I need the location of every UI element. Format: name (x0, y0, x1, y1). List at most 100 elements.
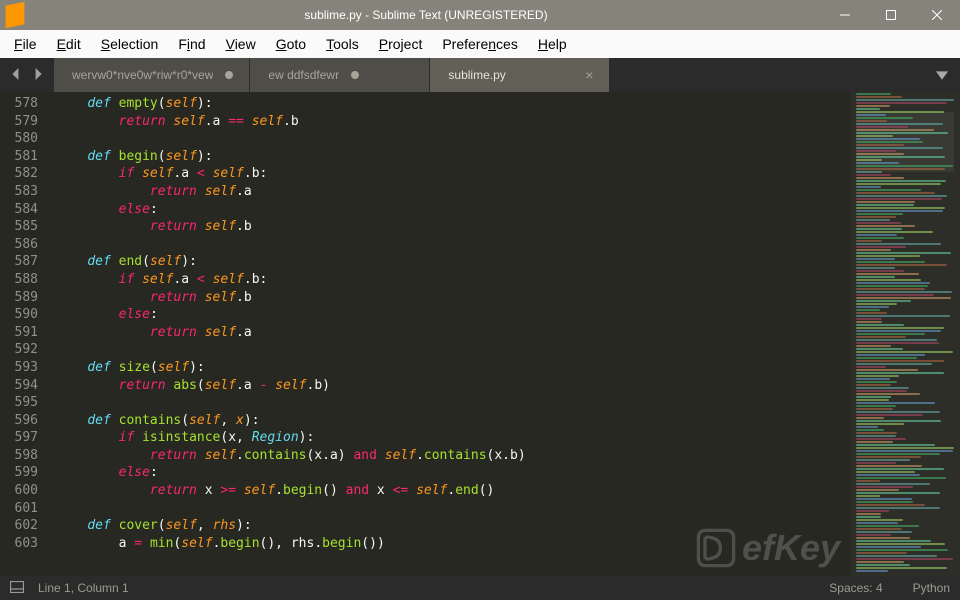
minimap-line (856, 348, 903, 350)
menu-help[interactable]: Help (528, 32, 577, 56)
minimap-line (856, 93, 891, 95)
line-number[interactable]: 599 (0, 464, 38, 482)
history-back-icon[interactable] (10, 68, 22, 83)
code-line[interactable] (56, 130, 850, 148)
line-number[interactable]: 592 (0, 341, 38, 359)
minimap-line (856, 549, 948, 551)
line-number[interactable]: 588 (0, 271, 38, 289)
code-line[interactable]: return self.a (56, 183, 850, 201)
code-line[interactable]: def end(self): (56, 253, 850, 271)
minimap-line (856, 489, 899, 491)
line-number[interactable]: 587 (0, 253, 38, 271)
line-number[interactable]: 596 (0, 412, 38, 430)
minimap-line (856, 429, 884, 431)
code-line[interactable] (56, 394, 850, 412)
tab-overflow-button[interactable] (924, 58, 960, 92)
menu-tools[interactable]: Tools (316, 32, 369, 56)
line-number[interactable]: 603 (0, 535, 38, 553)
line-number[interactable]: 601 (0, 500, 38, 518)
tab-close-icon[interactable]: × (585, 68, 593, 82)
minimap-line (856, 378, 890, 380)
code-line[interactable]: return self.b (56, 289, 850, 307)
close-button[interactable] (914, 0, 960, 30)
code-line[interactable]: else: (56, 464, 850, 482)
minimap-line (856, 120, 887, 122)
line-number[interactable]: 590 (0, 306, 38, 324)
minimap-line (856, 564, 910, 566)
tab-2[interactable]: sublime.py × (430, 58, 610, 92)
menu-find[interactable]: Find (168, 32, 215, 56)
minimap-line (856, 531, 912, 533)
minimap-line (856, 201, 915, 203)
menu-view[interactable]: View (216, 32, 266, 56)
code-line[interactable]: def begin(self): (56, 148, 850, 166)
minimap-line (856, 492, 940, 494)
code-line[interactable] (56, 236, 850, 254)
line-number[interactable]: 585 (0, 218, 38, 236)
line-number[interactable]: 583 (0, 183, 38, 201)
line-number[interactable]: 593 (0, 359, 38, 377)
syntax-setting[interactable]: Python (913, 581, 950, 595)
minimap-line (856, 228, 902, 230)
minimap-line (856, 219, 890, 221)
maximize-button[interactable] (868, 0, 914, 30)
line-number[interactable]: 582 (0, 165, 38, 183)
line-number[interactable]: 595 (0, 394, 38, 412)
panel-switcher-icon[interactable] (10, 581, 24, 596)
line-number[interactable]: 584 (0, 201, 38, 219)
line-number[interactable]: 602 (0, 517, 38, 535)
menu-project[interactable]: Project (369, 32, 433, 56)
line-number[interactable]: 589 (0, 289, 38, 307)
code-line[interactable]: return x >= self.begin() and x <= self.e… (56, 482, 850, 500)
tab-1[interactable]: ew ddfsdfewr (250, 58, 430, 92)
minimap-line (856, 249, 891, 251)
code-line[interactable]: return self.a (56, 324, 850, 342)
line-number[interactable]: 578 (0, 95, 38, 113)
code-line[interactable]: def contains(self, x): (56, 412, 850, 430)
history-forward-icon[interactable] (32, 68, 44, 83)
cursor-position[interactable]: Line 1, Column 1 (38, 581, 129, 595)
minimap-line (856, 195, 947, 197)
minimap[interactable] (850, 92, 960, 576)
menu-goto[interactable]: Goto (266, 32, 316, 56)
code-line[interactable]: if isinstance(x, Region): (56, 429, 850, 447)
tab-0[interactable]: wervw0*nve0w*riw*r0*vew (54, 58, 250, 92)
menu-file[interactable]: File (4, 32, 47, 56)
code-line[interactable]: else: (56, 201, 850, 219)
code-line[interactable]: return self.b (56, 218, 850, 236)
code-line[interactable]: return self.a == self.b (56, 113, 850, 131)
dirty-indicator-icon (351, 71, 359, 79)
line-number[interactable]: 579 (0, 113, 38, 131)
line-number[interactable]: 597 (0, 429, 38, 447)
code-line[interactable]: a = min(self.begin(), rhs.begin()) (56, 535, 850, 553)
minimap-line (856, 324, 904, 326)
code-line[interactable]: def empty(self): (56, 95, 850, 113)
code-line[interactable]: else: (56, 306, 850, 324)
minimap-line (856, 255, 920, 257)
code-line[interactable]: if self.a < self.b: (56, 165, 850, 183)
code-line[interactable]: def cover(self, rhs): (56, 517, 850, 535)
gutter[interactable]: 5785795805815825835845855865875885895905… (0, 92, 48, 576)
code-area[interactable]: def empty(self): return self.a == self.b… (48, 92, 850, 576)
code-line[interactable]: return self.contains(x.a) and self.conta… (56, 447, 850, 465)
minimap-line (856, 384, 891, 386)
code-line[interactable] (56, 341, 850, 359)
menu-preferences[interactable]: Preferences (432, 32, 528, 56)
menu-selection[interactable]: Selection (91, 32, 169, 56)
minimap-line (856, 312, 887, 314)
code-line[interactable] (56, 500, 850, 518)
indent-setting[interactable]: Spaces: 4 (829, 581, 882, 595)
minimize-button[interactable] (822, 0, 868, 30)
code-line[interactable]: if self.a < self.b: (56, 271, 850, 289)
menu-edit[interactable]: Edit (47, 32, 91, 56)
line-number[interactable]: 586 (0, 236, 38, 254)
line-number[interactable]: 591 (0, 324, 38, 342)
code-line[interactable]: return abs(self.a - self.b) (56, 377, 850, 395)
line-number[interactable]: 594 (0, 377, 38, 395)
line-number[interactable]: 600 (0, 482, 38, 500)
line-number[interactable]: 580 (0, 130, 38, 148)
line-number[interactable]: 581 (0, 148, 38, 166)
code-line[interactable]: def size(self): (56, 359, 850, 377)
line-number[interactable]: 598 (0, 447, 38, 465)
minimap-line (856, 522, 898, 524)
